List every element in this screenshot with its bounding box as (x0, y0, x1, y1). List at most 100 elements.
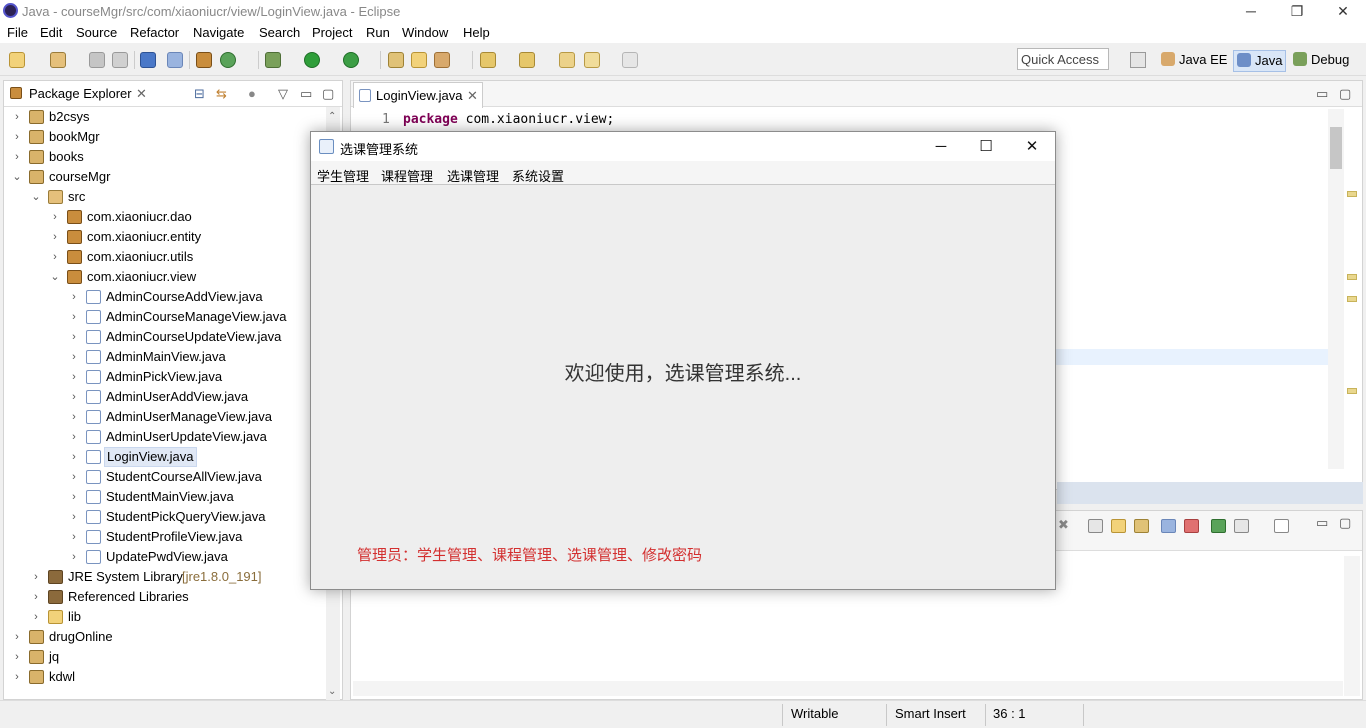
clear-console-icon[interactable] (1088, 519, 1103, 533)
menu-navigate[interactable]: Navigate (193, 25, 244, 40)
minimize-view-icon[interactable]: ▭ (300, 86, 312, 102)
word-wrap-icon[interactable] (1134, 519, 1149, 533)
tree-item-label: bookMgr (49, 129, 100, 144)
remove-all-icon[interactable]: ✖ (1058, 517, 1069, 533)
console-vscrollbar[interactable] (1344, 556, 1360, 696)
dialog-maximize-button[interactable]: ☐ (963, 132, 1009, 161)
minimize-console-icon[interactable]: ▭ (1316, 515, 1328, 531)
maximize-view-icon[interactable]: ▢ (322, 86, 334, 102)
menu-refactor[interactable]: Refactor (130, 25, 179, 40)
status-insert-mode[interactable]: Smart Insert (895, 706, 966, 721)
new-icon[interactable] (9, 52, 25, 68)
folder-icon (48, 610, 63, 624)
status-writable: Writable (791, 706, 839, 721)
editor-tab-bar: LoginView.java ✕ ▭ ▢ (351, 81, 1362, 108)
dialog-close-button[interactable]: ✕ (1009, 132, 1055, 161)
search-tool-icon[interactable] (434, 52, 450, 68)
refresh-icon[interactable] (220, 52, 236, 68)
build-icon[interactable] (196, 52, 212, 68)
overview-marker[interactable] (1347, 296, 1357, 302)
collapse-all-icon[interactable]: ⊟ (194, 86, 205, 102)
perspective-java[interactable]: Java (1233, 50, 1287, 72)
menu-run[interactable]: Run (366, 25, 390, 40)
debug-icon[interactable] (265, 52, 281, 68)
close-view-icon[interactable]: ✕ (136, 86, 147, 102)
save-icon[interactable] (89, 52, 105, 68)
java-file-icon (86, 430, 101, 444)
overview-marker[interactable] (1347, 274, 1357, 280)
package-explorer-tab[interactable]: Package Explorer (29, 86, 132, 101)
view-menu-icon[interactable]: ▽ (278, 86, 288, 102)
run-icon[interactable] (304, 52, 320, 68)
open-folder-icon[interactable] (411, 52, 427, 68)
new-project-icon[interactable] (50, 52, 66, 68)
filter-icon[interactable]: ● (248, 86, 256, 101)
next-annotation-icon[interactable] (480, 52, 496, 68)
eclipse-icon (3, 3, 18, 18)
package-icon (67, 230, 82, 244)
debug-perspective-icon (1293, 52, 1307, 66)
menu-selection-management[interactable]: 选课管理 (447, 166, 499, 185)
run-coverage-icon[interactable] (343, 52, 359, 68)
overview-marker[interactable] (1347, 191, 1357, 197)
menu-window[interactable]: Window (402, 25, 448, 40)
package-explorer: Package Explorer ✕ ⊟ ⇆ ● ▽ ▭ ▢ › b2csys ›… (3, 80, 343, 701)
terminal-icon[interactable] (140, 52, 156, 68)
package-tree: › b2csys › bookMgr › books ⌄ courseMgr ⌄ src … (4, 107, 334, 701)
status-cursor-position[interactable]: 36 : 1 (993, 706, 1026, 721)
menu-help[interactable]: Help (463, 25, 490, 40)
tree-item-label: com.xiaoniucr.view (87, 269, 197, 284)
tree-item-label: AdminUserManageView.java (106, 409, 272, 424)
dialog-title-bar[interactable]: 选课管理系统 ─ ☐ ✕ (311, 132, 1055, 161)
menu-course-management[interactable]: 课程管理 (381, 166, 433, 185)
scroll-up-icon[interactable]: ⌃ (328, 111, 336, 122)
maximize-button[interactable]: ❐ (1274, 0, 1320, 22)
open-type-icon[interactable] (388, 52, 404, 68)
previous-annotation-icon[interactable] (519, 52, 535, 68)
quick-access-input[interactable]: Quick Access (1017, 48, 1109, 70)
project-icon (29, 130, 44, 144)
show-errors-icon[interactable] (1184, 519, 1199, 533)
console-hscrollbar[interactable] (353, 681, 1343, 696)
menu-project[interactable]: Project (312, 25, 352, 40)
menu-file[interactable]: File (7, 25, 28, 40)
close-button[interactable]: ✕ (1320, 0, 1366, 22)
menu-system-settings[interactable]: 系统设置 (512, 166, 564, 185)
minimize-button[interactable]: ─ (1228, 0, 1274, 22)
maximize-editor-icon[interactable]: ▢ (1339, 86, 1351, 102)
open-console-icon[interactable] (1274, 519, 1289, 533)
perspective-java-ee[interactable]: Java EE (1158, 50, 1230, 72)
link-editor-icon[interactable]: ⇆ (216, 86, 227, 102)
show-console-icon[interactable] (1161, 519, 1176, 533)
menu-student-management[interactable]: 学生管理 (317, 166, 369, 185)
close-tab-icon[interactable]: ✕ (467, 88, 478, 104)
java-ee-icon (1161, 52, 1175, 66)
tree-item-label: UpdatePwdView.java (106, 549, 228, 564)
scroll-lock-icon[interactable] (1111, 519, 1126, 533)
last-edit-icon[interactable] (559, 52, 575, 68)
dialog-minimize-button[interactable]: ─ (918, 132, 964, 161)
project-icon (29, 170, 44, 184)
overview-marker[interactable] (1347, 388, 1357, 394)
perspective-debug[interactable]: Debug (1290, 50, 1352, 72)
maximize-console-icon[interactable]: ▢ (1339, 515, 1351, 531)
source-folder-icon (48, 190, 63, 204)
save-all-icon[interactable] (112, 52, 128, 68)
scroll-thumb[interactable] (1330, 127, 1342, 169)
forward-icon[interactable] (622, 52, 638, 68)
pin-console-icon[interactable] (1211, 519, 1226, 533)
editor-tab-loginview[interactable]: LoginView.java ✕ (353, 82, 483, 108)
jre-version: [jre1.8.0_191] (182, 569, 262, 584)
scroll-down-icon[interactable]: ⌄ (328, 686, 336, 697)
display-console-icon[interactable] (1234, 519, 1249, 533)
menu-search[interactable]: Search (259, 25, 300, 40)
open-perspective-icon[interactable] (1130, 52, 1146, 68)
menu-source[interactable]: Source (76, 25, 117, 40)
java-file-icon (359, 89, 371, 102)
back-icon[interactable] (584, 52, 600, 68)
skip-breakpoints-icon[interactable] (167, 52, 183, 68)
java-file-icon (86, 450, 101, 464)
minimize-editor-icon[interactable]: ▭ (1316, 86, 1328, 102)
editor-scrollbar[interactable] (1328, 109, 1344, 469)
menu-edit[interactable]: Edit (40, 25, 62, 40)
